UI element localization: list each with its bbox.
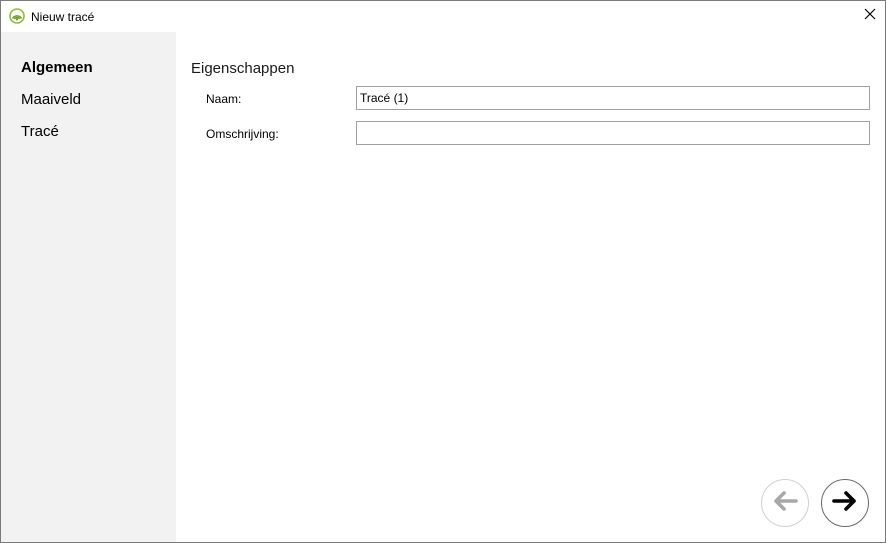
omschrijving-input[interactable] bbox=[356, 121, 870, 145]
close-button[interactable] bbox=[855, 1, 885, 31]
title-bar[interactable]: Nieuw tracé bbox=[1, 1, 885, 32]
sidebar-item-algemeen[interactable]: Algemeen bbox=[21, 58, 93, 78]
sidebar: Algemeen Maaiveld Tracé bbox=[1, 32, 176, 542]
close-icon bbox=[864, 7, 876, 25]
section-title: Eigenschappen bbox=[191, 60, 295, 77]
sidebar-item-trace[interactable]: Tracé bbox=[21, 122, 59, 142]
sidebar-item-maaiveld[interactable]: Maaiveld bbox=[21, 90, 81, 110]
dialog-window: Nieuw tracé Algemeen Maaiveld Tracé Eige… bbox=[0, 0, 886, 543]
naam-input[interactable] bbox=[356, 86, 870, 110]
window-title: Nieuw tracé bbox=[31, 10, 95, 24]
arrow-right-icon bbox=[832, 490, 858, 517]
naam-label: Naam: bbox=[206, 92, 242, 106]
arrow-left-icon bbox=[772, 490, 798, 517]
omschrijving-label: Omschrijving: bbox=[206, 127, 279, 141]
concentric-arcs-icon bbox=[9, 8, 25, 24]
next-button[interactable] bbox=[821, 479, 869, 527]
back-button[interactable] bbox=[761, 479, 809, 527]
